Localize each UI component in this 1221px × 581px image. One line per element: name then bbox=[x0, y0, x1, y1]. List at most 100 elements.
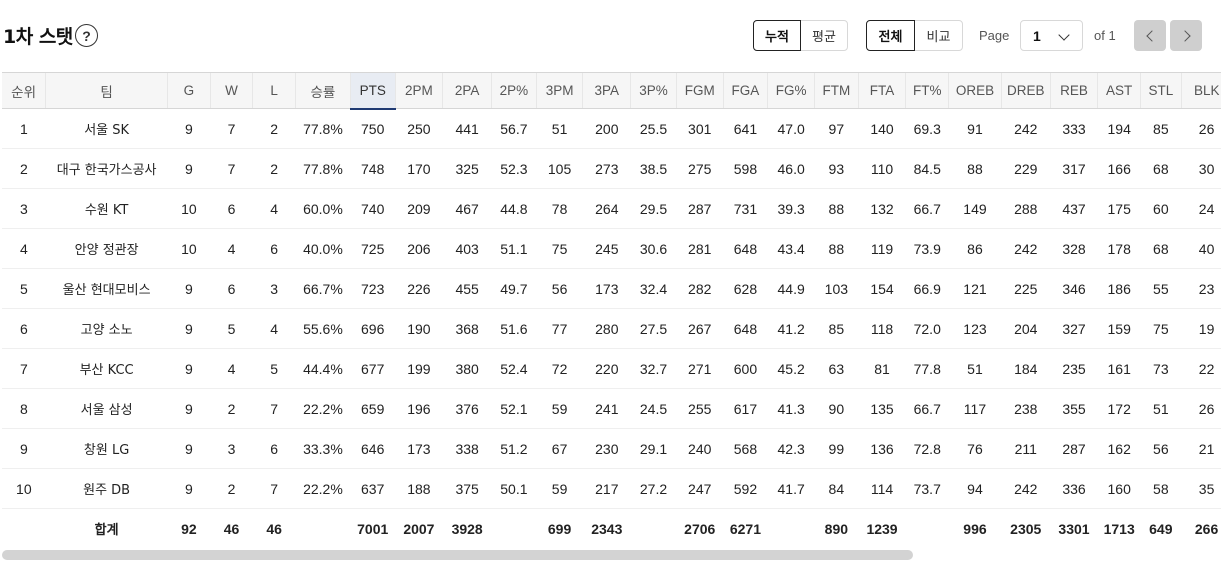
column-header[interactable]: 3PA bbox=[582, 72, 631, 109]
column-header[interactable]: W bbox=[209, 72, 253, 109]
table-row[interactable]: 6 고양 소노 9 5 4 55.6% 696 190 368 51.6 77 280 27.5 267 6… bbox=[2, 308, 1221, 349]
column-header[interactable]: STL bbox=[1140, 72, 1182, 109]
table-cell: 75 bbox=[536, 228, 583, 269]
column-header[interactable]: FTA bbox=[857, 72, 906, 109]
table-cell: 162 bbox=[1097, 428, 1141, 469]
column-header[interactable]: L bbox=[252, 72, 296, 109]
table-cell: 94 bbox=[948, 468, 1002, 509]
table-cell: 140 bbox=[858, 108, 906, 149]
table-cell: 29.1 bbox=[630, 428, 677, 469]
table-cell: 91 bbox=[948, 108, 1002, 149]
table-header-row: 순위 팀 G W L 승률 PTS 2PM 2PA 2P% 3PM 3PA 3P% FGM FGA FG% FT… bbox=[2, 72, 1221, 110]
page-select-value: 1 bbox=[1033, 27, 1041, 44]
cumulative-button[interactable]: 누적 bbox=[753, 20, 801, 51]
table-row[interactable]: 7 부산 KCC 9 4 5 44.4% 677 199 380 52.4 72 220 32.7 271… bbox=[2, 348, 1221, 389]
help-icon[interactable]: ? bbox=[75, 24, 98, 47]
table-cell: 45.2 bbox=[767, 348, 815, 389]
table-cell: 59 bbox=[536, 388, 583, 429]
table-cell: 67 bbox=[536, 428, 583, 469]
totals-cell: 92 bbox=[167, 508, 211, 548]
all-button[interactable]: 전체 bbox=[866, 20, 915, 51]
column-header[interactable]: AST bbox=[1097, 72, 1141, 109]
team-name-cell: 원주 DB bbox=[45, 468, 168, 509]
table-cell: 159 bbox=[1097, 308, 1141, 349]
table-cell: 84 bbox=[814, 468, 859, 509]
column-header[interactable]: 3PM bbox=[535, 72, 583, 109]
table-cell: 55 bbox=[1140, 268, 1182, 309]
column-header[interactable]: OREB bbox=[948, 72, 1002, 109]
column-header[interactable]: FGA bbox=[722, 72, 768, 109]
stats-table-container[interactable]: 순위 팀 G W L 승률 PTS 2PM 2PA 2P% 3PM 3PA 3P% FGM FGA FG% FT… bbox=[2, 72, 1221, 548]
column-header[interactable]: 팀 bbox=[45, 72, 168, 109]
table-row[interactable]: 1 서울 SK 9 7 2 77.8% 750 250 441 56.7 51 200 25.5 301 6… bbox=[2, 108, 1221, 149]
table-cell: 41.3 bbox=[767, 388, 815, 429]
table-cell: 81 bbox=[858, 348, 906, 389]
table-row[interactable]: 10 원주 DB 9 2 7 22.2% 637 188 375 50.1 59 217 27.2 247… bbox=[2, 468, 1221, 509]
chevron-left-icon bbox=[1145, 29, 1158, 42]
table-row[interactable]: 4 안양 정관장 10 4 6 40.0% 725 206 403 51.1 75 245 30.6 28… bbox=[2, 228, 1221, 269]
team-name-cell: 창원 LG bbox=[45, 428, 168, 469]
table-cell: 403 bbox=[442, 228, 492, 269]
table-row[interactable]: 5 울산 현대모비스 9 6 3 66.7% 723 226 455 49.7 56 173 32.4 2… bbox=[2, 268, 1221, 309]
table-cell: 40 bbox=[1181, 228, 1221, 269]
table-cell: 90 bbox=[814, 388, 859, 429]
table-cell: 282 bbox=[676, 268, 724, 309]
compare-button[interactable]: 비교 bbox=[914, 20, 963, 51]
table-cell: 55.6% bbox=[295, 308, 351, 349]
column-header[interactable]: REB bbox=[1049, 72, 1098, 109]
column-header[interactable]: PTS bbox=[349, 72, 396, 110]
team-name-cell: 부산 KCC bbox=[45, 348, 168, 389]
column-header[interactable]: DREB bbox=[1000, 72, 1051, 109]
column-header[interactable]: 2PA bbox=[442, 72, 492, 109]
table-cell: 9 bbox=[167, 468, 211, 509]
table-cell: 301 bbox=[676, 108, 724, 149]
table-cell: 123 bbox=[948, 308, 1002, 349]
column-header[interactable]: G bbox=[167, 72, 211, 109]
totals-cell bbox=[491, 508, 537, 548]
column-header[interactable]: 승률 bbox=[295, 72, 351, 109]
next-page-button[interactable] bbox=[1170, 20, 1202, 51]
table-row[interactable]: 9 창원 LG 9 3 6 33.3% 646 173 338 51.2 67 230 29.1 240 5… bbox=[2, 428, 1221, 469]
totals-cell bbox=[295, 508, 351, 548]
table-cell: 648 bbox=[723, 228, 768, 269]
column-header[interactable]: BLK bbox=[1180, 72, 1221, 109]
column-header[interactable]: FTM bbox=[814, 72, 859, 109]
totals-cell bbox=[630, 508, 677, 548]
table-cell: 225 bbox=[1001, 268, 1051, 309]
team-name-cell: 수원 KT bbox=[45, 188, 168, 229]
table-cell: 68 bbox=[1140, 148, 1182, 189]
team-name-cell: 서울 SK bbox=[45, 108, 168, 149]
horizontal-scrollbar-thumb[interactable] bbox=[2, 550, 913, 560]
table-cell: 136 bbox=[858, 428, 906, 469]
prev-page-button[interactable] bbox=[1134, 20, 1166, 51]
table-cell: 317 bbox=[1050, 148, 1098, 189]
table-row[interactable]: 8 서울 삼성 9 2 7 22.2% 659 196 376 52.1 59 241 24.5 255 6… bbox=[2, 388, 1221, 429]
table-cell: 242 bbox=[1001, 468, 1051, 509]
table-row[interactable]: 2 대구 한국가스공사 9 7 2 77.8% 748 170 325 52.3 105 273 38.… bbox=[2, 148, 1221, 189]
table-cell: 68 bbox=[1140, 228, 1182, 269]
table-cell: 32.4 bbox=[630, 268, 677, 309]
table-cell: 24 bbox=[1181, 188, 1221, 229]
column-header[interactable]: FT% bbox=[905, 72, 949, 109]
table-cell: 77 bbox=[536, 308, 583, 349]
table-row[interactable]: 3 수원 KT 10 6 4 60.0% 740 209 467 44.8 78 264 29.5 287… bbox=[2, 188, 1221, 229]
totals-cell bbox=[2, 508, 46, 548]
table-cell: 250 bbox=[395, 108, 443, 149]
column-header[interactable]: FG% bbox=[767, 72, 815, 109]
table-cell: 66.7% bbox=[295, 268, 351, 309]
average-button[interactable]: 평균 bbox=[800, 20, 848, 51]
team-name-cell: 안양 정관장 bbox=[45, 228, 168, 269]
column-header[interactable]: 순위 bbox=[2, 72, 46, 109]
table-cell: 29.5 bbox=[630, 188, 677, 229]
table-cell: 2 bbox=[210, 388, 253, 429]
table-cell: 47.0 bbox=[767, 108, 815, 149]
page-select[interactable]: 1 bbox=[1020, 20, 1083, 51]
column-header[interactable]: FGM bbox=[675, 72, 724, 109]
column-header[interactable]: 2P% bbox=[491, 72, 537, 109]
table-cell: 52.4 bbox=[491, 348, 537, 389]
table-cell: 226 bbox=[395, 268, 443, 309]
column-header[interactable]: 3P% bbox=[630, 72, 677, 109]
table-cell: 60 bbox=[1140, 188, 1182, 229]
totals-cell: 649 bbox=[1140, 508, 1182, 548]
column-header[interactable]: 2PM bbox=[394, 72, 443, 109]
